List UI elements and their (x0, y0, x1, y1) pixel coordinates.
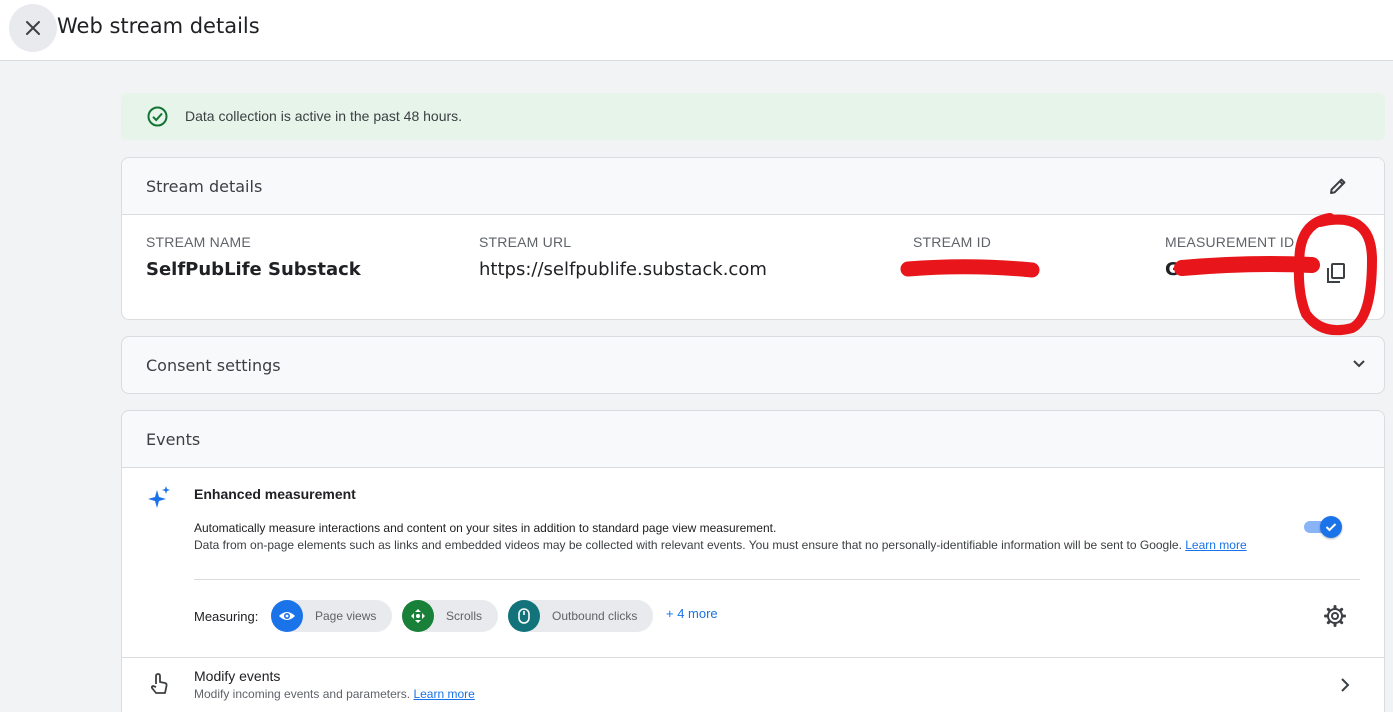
stream-name-label: STREAM NAME (146, 234, 251, 250)
enhanced-measurement-title: Enhanced measurement (194, 486, 356, 502)
events-card: Events Enhanced measurement Automaticall… (121, 410, 1385, 712)
chip-scrolls[interactable]: Scrolls (402, 600, 499, 632)
measurement-id-value[interactable]: G- (1165, 259, 1294, 280)
consent-settings-title: Consent settings (146, 356, 281, 375)
close-button[interactable] (9, 4, 57, 52)
touch-icon (150, 673, 168, 694)
toggle-knob (1320, 516, 1342, 538)
modify-events-title: Modify events (194, 668, 281, 684)
more-events-link[interactable]: + 4 more (666, 606, 718, 621)
measurement-id-field: MEASUREMENT ID G- (1165, 234, 1294, 280)
chevron-right-icon[interactable] (1340, 677, 1350, 693)
enhanced-measurement-note: Data from on-page elements such as links… (194, 537, 1279, 553)
gear-icon[interactable] (1324, 605, 1346, 627)
chip-label: Page views (315, 609, 377, 623)
stream-id-field: STREAM ID (913, 234, 991, 259)
measuring-label: Measuring: (194, 609, 259, 624)
stream-url-field: STREAM URL https://selfpublife.substack.… (479, 234, 767, 280)
enhanced-measurement-description: Automatically measure interactions and c… (194, 521, 777, 535)
scroll-icon (402, 600, 434, 632)
modify-learn-more-link[interactable]: Learn more (413, 687, 474, 701)
chip-label: Scrolls (446, 609, 483, 623)
close-icon (26, 21, 40, 35)
stream-name-field: STREAM NAME SelfPubLife Substack (146, 234, 361, 280)
chevron-down-icon[interactable] (1352, 359, 1366, 369)
stream-details-card: Stream details STREAM NAME SelfPubLife S… (121, 157, 1385, 320)
divider (194, 579, 1360, 580)
status-banner: Data collection is active in the past 48… (121, 93, 1385, 140)
eye-icon (271, 600, 303, 632)
chip-page-views[interactable]: Page views (271, 600, 393, 632)
banner-text: Data collection is active in the past 48… (185, 108, 463, 124)
stream-details-title: Stream details (146, 177, 263, 196)
events-title: Events (146, 430, 201, 449)
modify-events-description-text: Modify incoming events and parameters. (194, 687, 411, 701)
top-bar: Web stream details (0, 0, 1393, 61)
stream-url-label: STREAM URL (479, 234, 572, 250)
consent-settings-card[interactable]: Consent settings (121, 336, 1385, 394)
enhanced-learn-more-link[interactable]: Learn more (1185, 538, 1246, 552)
stream-name-value: SelfPubLife Substack (146, 259, 361, 280)
sparkle-icon (148, 486, 170, 508)
edit-icon[interactable] (1328, 176, 1348, 196)
stream-details-header: Stream details (122, 158, 1384, 215)
enhanced-measurement-toggle[interactable] (1304, 516, 1342, 538)
chip-label: Outbound clicks (552, 609, 638, 623)
page-title: Web stream details (57, 14, 260, 38)
events-header: Events (122, 411, 1384, 468)
stream-url-value: https://selfpublife.substack.com (479, 259, 767, 280)
check-icon (1325, 523, 1337, 532)
row-divider (122, 657, 1384, 658)
stream-id-label: STREAM ID (913, 234, 992, 250)
modify-events-description: Modify incoming events and parameters. L… (194, 687, 475, 701)
measurement-id-label: MEASUREMENT ID (1165, 234, 1295, 250)
check-circle-icon (147, 106, 168, 127)
copy-icon[interactable] (1326, 262, 1346, 284)
mouse-icon (508, 600, 540, 632)
enhanced-measurement-note-text: Data from on-page elements such as links… (194, 538, 1182, 552)
chip-outbound-clicks[interactable]: Outbound clicks (508, 600, 654, 632)
